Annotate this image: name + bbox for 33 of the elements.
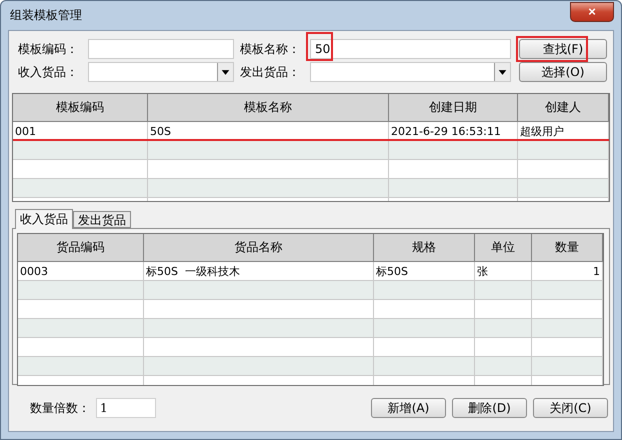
dropdown-icon[interactable]: [217, 63, 233, 81]
action-button[interactable]: 关闭(C): [533, 398, 608, 418]
column-header[interactable]: 创建人: [518, 94, 609, 122]
field-label: 收入货品：: [18, 64, 79, 80]
column-header[interactable]: 货品名称: [144, 234, 374, 262]
close-button[interactable]: ×: [570, 2, 614, 22]
text-field[interactable]: 50: [310, 39, 511, 59]
table-cell: 张: [475, 262, 532, 281]
field-label: 发出货品：: [240, 64, 301, 80]
field-label: 模板名称：: [240, 40, 301, 58]
action-button[interactable]: 删除(D): [452, 398, 527, 418]
text-field[interactable]: [88, 39, 234, 59]
window-title: 组装模板管理: [9, 7, 82, 24]
dropdown-icon[interactable]: [494, 63, 510, 81]
column-header[interactable]: 货品编码: [18, 234, 144, 262]
tab[interactable]: 发出货品: [73, 211, 131, 228]
tab[interactable]: 收入货品: [15, 209, 73, 229]
action-button[interactable]: 选择(O): [519, 62, 607, 82]
table-cell: 标50S: [374, 262, 475, 281]
field-label: 模板编码：: [18, 40, 79, 58]
column-header[interactable]: 创建日期: [389, 94, 518, 122]
table-cell: 标50S 一级科技木: [144, 262, 374, 281]
action-button[interactable]: 查找(F): [519, 39, 607, 59]
table-cell: 0003: [18, 262, 144, 281]
column-header[interactable]: 模板编码: [13, 94, 148, 122]
column-header[interactable]: 数量: [532, 234, 603, 262]
field-label: 数量倍数：: [30, 400, 90, 416]
table-cell: 1: [532, 262, 603, 281]
text-field[interactable]: 1: [96, 398, 156, 418]
column-header[interactable]: 规格: [374, 234, 475, 262]
column-header[interactable]: 模板名称: [148, 94, 389, 122]
column-header[interactable]: 单位: [475, 234, 532, 262]
action-button[interactable]: 新增(A): [371, 398, 446, 418]
